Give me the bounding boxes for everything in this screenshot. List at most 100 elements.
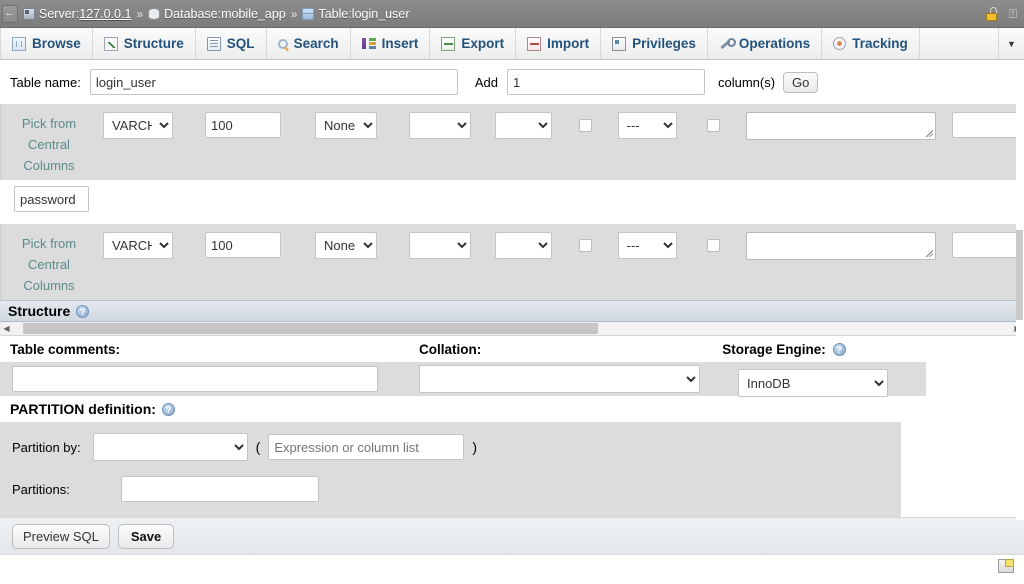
- help-icon[interactable]: ?: [76, 305, 89, 318]
- partitions-row: Partitions:: [12, 471, 901, 507]
- breadcrumb-table-value[interactable]: login_user: [352, 7, 410, 21]
- add-label: Add: [475, 75, 498, 90]
- scrollbar-thumb[interactable]: [23, 323, 598, 334]
- partition-section-header: PARTITION definition: ?: [0, 396, 1024, 422]
- partitions-label: Partitions:: [12, 482, 70, 497]
- tab-privileges[interactable]: Privileges: [601, 28, 708, 59]
- database-icon: [148, 8, 160, 20]
- column-null-checkbox-2[interactable]: [579, 239, 592, 252]
- column-virtuality-input-1[interactable]: [952, 112, 1024, 138]
- collation-select[interactable]: [419, 365, 700, 393]
- go-button[interactable]: Go: [783, 72, 818, 93]
- collapse-up-icon[interactable]: ⍐: [1006, 7, 1020, 21]
- tabs-overflow-chevron-down-icon[interactable]: ▼: [998, 28, 1024, 59]
- storage-engine-select[interactable]: InnoDB: [738, 369, 888, 397]
- tab-privileges-label: Privileges: [632, 36, 696, 51]
- breadcrumb-database-label: Database:: [164, 7, 221, 21]
- unlocked-padlock-icon[interactable]: [985, 7, 998, 21]
- table-comments-label: Table comments:: [10, 342, 120, 357]
- partition-expression-input[interactable]: [268, 434, 464, 460]
- server-icon: [23, 8, 35, 20]
- breadcrumb-server-value[interactable]: 127.0.0.1: [79, 7, 131, 21]
- table-meta-section: Table comments: Collation: Storage Engin…: [0, 336, 1024, 396]
- tab-structure[interactable]: Structure: [93, 28, 196, 59]
- console-toggle-icon[interactable]: [998, 559, 1014, 573]
- breadcrumb-item-server[interactable]: Server: 127.0.0.1: [23, 7, 131, 21]
- column-comments-textarea-2[interactable]: [746, 232, 936, 260]
- pick-from-central-columns-link-2[interactable]: Pick from Central Columns: [1, 232, 97, 296]
- partition-by-select[interactable]: [93, 433, 248, 461]
- tab-search-label: Search: [294, 36, 339, 51]
- browse-icon: [12, 37, 26, 51]
- add-columns-input[interactable]: [507, 69, 705, 95]
- scrollbar-track[interactable]: [13, 323, 1011, 334]
- column-definition-row-1: Pick from Central Columns VARCHAR None -…: [0, 104, 1024, 180]
- column-autoincrement-checkbox-2[interactable]: [707, 239, 720, 252]
- column-name-row-2: [0, 180, 1024, 224]
- sql-icon: [207, 37, 221, 51]
- pick-from-central-columns-link-1[interactable]: Pick from Central Columns: [1, 112, 97, 176]
- form-actions: Preview SQL Save: [0, 517, 1024, 554]
- tab-tracking-label: Tracking: [852, 36, 908, 51]
- column-comments-textarea-1[interactable]: [746, 112, 936, 140]
- table-icon: [302, 8, 314, 20]
- vertical-scrollbar-thumb[interactable]: [1016, 230, 1023, 320]
- breadcrumb-item-database[interactable]: Database: mobile_app: [148, 7, 286, 21]
- search-icon: [278, 39, 288, 49]
- column-length-input-2[interactable]: [205, 232, 281, 258]
- breadcrumb-separator-2: »: [291, 7, 298, 21]
- tab-sql[interactable]: SQL: [196, 28, 267, 59]
- columns-count-label: column(s): [718, 75, 775, 90]
- back-button[interactable]: ←: [2, 5, 18, 23]
- breadcrumb-item-table[interactable]: Table: login_user: [302, 7, 409, 21]
- tab-import-label: Import: [547, 36, 589, 51]
- column-index-select-2[interactable]: ---: [618, 232, 677, 259]
- bottom-status-strip: [0, 554, 1024, 578]
- partitions-input[interactable]: [121, 476, 319, 502]
- column-collation-select-2[interactable]: [409, 232, 471, 259]
- tab-browse[interactable]: Browse: [0, 28, 93, 59]
- column-default-select-2[interactable]: None: [315, 232, 377, 259]
- privileges-icon: [612, 37, 626, 51]
- breadcrumb-right-icons: ⍐: [985, 0, 1020, 28]
- column-default-select-1[interactable]: None: [315, 112, 377, 139]
- tab-search[interactable]: Search: [267, 28, 351, 59]
- horizontal-scrollbar[interactable]: ◀ ▶: [0, 322, 1024, 336]
- table-comments-input[interactable]: [12, 366, 378, 392]
- column-length-input-1[interactable]: [205, 112, 281, 138]
- storage-engine-help-icon[interactable]: ?: [833, 343, 846, 356]
- column-type-select-1[interactable]: VARCHAR: [103, 112, 173, 139]
- insert-icon: [362, 37, 376, 51]
- vertical-scrollbar[interactable]: [1016, 60, 1024, 520]
- tab-operations[interactable]: Operations: [708, 28, 822, 59]
- breadcrumb-database-value[interactable]: mobile_app: [221, 7, 286, 21]
- partition-help-icon[interactable]: ?: [162, 403, 175, 416]
- column-definition-row-2: Pick from Central Columns VARCHAR None -…: [0, 224, 1024, 300]
- partition-by-label: Partition by:: [12, 440, 81, 455]
- column-virtuality-input-2[interactable]: [952, 232, 1024, 258]
- tab-export[interactable]: Export: [430, 28, 516, 59]
- table-meta-fields: InnoDB: [0, 362, 926, 396]
- column-collation-select-1[interactable]: [409, 112, 471, 139]
- tab-insert[interactable]: Insert: [351, 28, 431, 59]
- table-name-input[interactable]: [90, 69, 458, 95]
- tab-operations-label: Operations: [739, 36, 810, 51]
- table-meta-labels: Table comments: Collation: Storage Engin…: [0, 336, 1024, 362]
- tab-sql-label: SQL: [227, 36, 255, 51]
- column-attributes-select-1[interactable]: [495, 112, 551, 139]
- tab-structure-label: Structure: [124, 36, 184, 51]
- column-null-checkbox-1[interactable]: [579, 119, 592, 132]
- tab-import[interactable]: Import: [516, 28, 601, 59]
- tab-tracking[interactable]: Tracking: [822, 28, 920, 59]
- column-type-select-2[interactable]: VARCHAR: [103, 232, 173, 259]
- column-index-select-1[interactable]: ---: [618, 112, 677, 139]
- preview-sql-button[interactable]: Preview SQL: [12, 524, 110, 549]
- column-attributes-select-2[interactable]: [495, 232, 551, 259]
- save-button[interactable]: Save: [118, 524, 174, 549]
- scroll-left-arrow-icon[interactable]: ◀: [0, 324, 13, 333]
- tab-insert-label: Insert: [382, 36, 419, 51]
- breadcrumb-separator: »: [136, 7, 143, 21]
- table-name-row: Table name: Add column(s) Go: [0, 60, 1024, 104]
- column-autoincrement-checkbox-1[interactable]: [707, 119, 720, 132]
- column-name-input-2[interactable]: [14, 186, 89, 212]
